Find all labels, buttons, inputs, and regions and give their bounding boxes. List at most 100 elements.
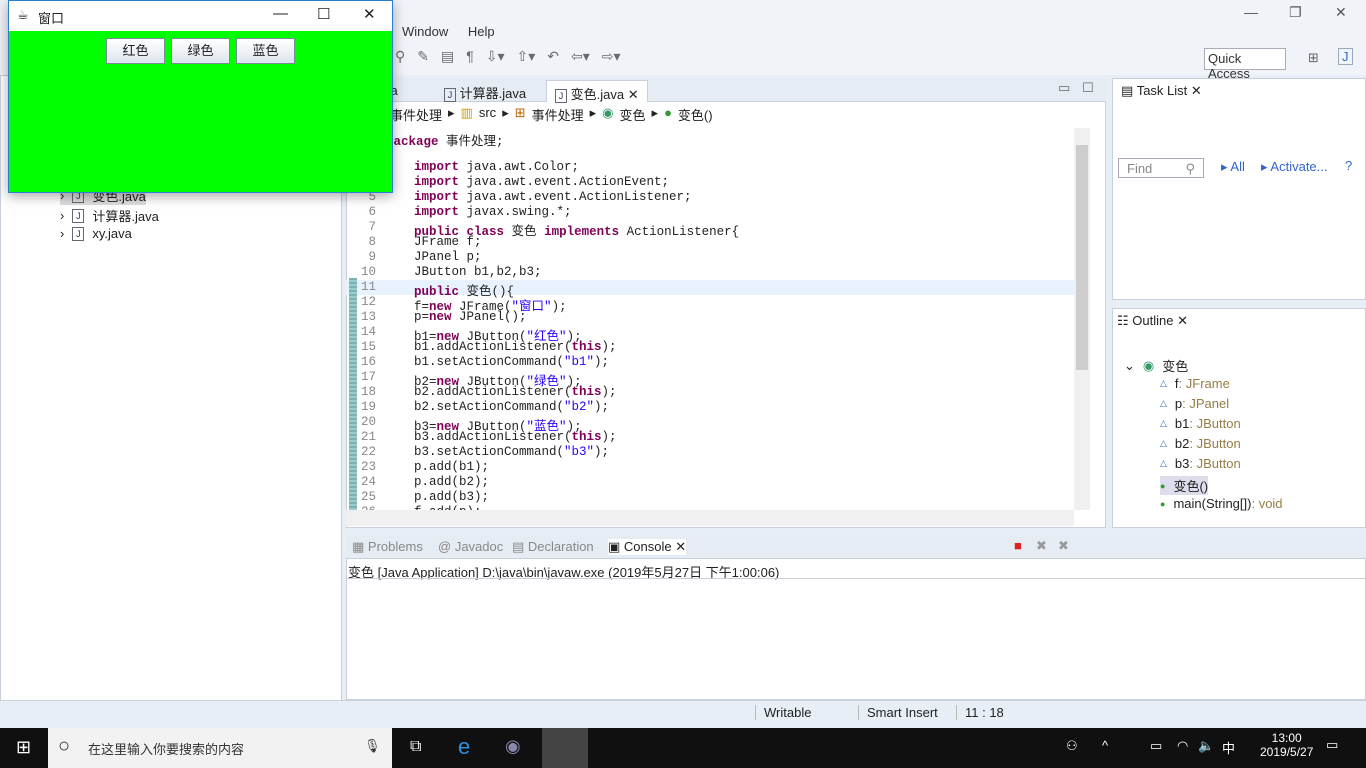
outline-member[interactable]: ● 变色(): [1160, 476, 1209, 495]
restore-icon[interactable]: ❐: [1289, 4, 1302, 21]
java-app-icon[interactable]: [542, 728, 588, 768]
code-line[interactable]: 23 p.add(b1);: [346, 460, 1074, 475]
outline-member[interactable]: △ f : JFrame: [1160, 376, 1230, 391]
code-line[interactable]: 22 b3.setActionCommand("b3");: [346, 445, 1074, 460]
code-line[interactable]: 6 import javax.swing.*;: [346, 205, 1074, 220]
minimize-icon[interactable]: —: [273, 5, 288, 22]
code-line[interactable]: 21 b3.addActionListener(this);: [346, 430, 1074, 445]
code-line[interactable]: 4import java.awt.event.ActionEvent;: [346, 175, 1074, 190]
tab-变色[interactable]: J 变色.java ✕: [546, 80, 648, 103]
crumb-class[interactable]: 变色: [620, 105, 646, 124]
minimize-view-icon[interactable]: ▭: [1058, 80, 1070, 96]
forward-icon[interactable]: ⇨▾: [602, 48, 621, 70]
close-icon[interactable]: ✕: [363, 5, 376, 23]
task-view-icon[interactable]: ⧉: [410, 738, 421, 756]
close-tab-icon[interactable]: ✕: [628, 87, 639, 102]
pencil-icon[interactable]: ✎: [417, 48, 429, 70]
menu-help[interactable]: Help: [468, 24, 495, 39]
task-list-title[interactable]: ▤ Task List ✕: [1121, 83, 1202, 99]
activate-link[interactable]: ▸ Activate...: [1261, 159, 1328, 175]
editor-horizontal-scrollbar[interactable]: [346, 510, 1074, 526]
outline-member[interactable]: △ b2 : JButton: [1160, 436, 1241, 451]
code-line[interactable]: 10 JButton b1,b2,b3;: [346, 265, 1074, 280]
help-icon[interactable]: ?: [1345, 158, 1352, 173]
tab-console[interactable]: ▣ Console ✕: [608, 539, 687, 555]
minimize-icon[interactable]: —: [1244, 4, 1258, 20]
taskbar-search[interactable]: ○ 在这里输入你要搜索的内容 🎙: [48, 728, 392, 768]
maximize-icon[interactable]: ☐: [317, 5, 330, 23]
quick-access-input[interactable]: Quick Access: [1204, 48, 1286, 81]
prev-annotation-icon[interactable]: ⇧▾: [517, 48, 536, 70]
terminate-icon[interactable]: ■: [1014, 538, 1022, 553]
people-icon[interactable]: ⚇: [1066, 738, 1078, 754]
code-line[interactable]: 2: [346, 145, 1074, 160]
annotation-icon[interactable]: ▤: [441, 48, 454, 70]
eclipse-icon[interactable]: ◉: [505, 736, 521, 757]
code-line[interactable]: 15 b1.addActionListener(this);: [346, 340, 1074, 355]
remove-launch-icon[interactable]: ✖: [1036, 538, 1047, 554]
outline-class[interactable]: ⌄ ◉ 变色: [1124, 356, 1188, 375]
next-annotation-icon[interactable]: ⇩▾: [486, 48, 505, 70]
code-line[interactable]: 9 JPanel p;: [346, 250, 1074, 265]
outline-member[interactable]: ● main(String[]) : void: [1160, 496, 1283, 511]
code-line[interactable]: 16 b1.setActionCommand("b1");: [346, 355, 1074, 370]
volume-icon[interactable]: 🔈: [1198, 738, 1214, 754]
back-icon[interactable]: ⇦▾: [571, 48, 590, 70]
code-line[interactable]: 3import java.awt.Color;: [346, 160, 1074, 175]
microphone-icon[interactable]: 🎙: [364, 738, 381, 754]
chevron-right-icon[interactable]: ›: [60, 208, 64, 223]
last-edit-icon[interactable]: ↶: [547, 48, 559, 70]
code-line[interactable]: 17 b2=new JButton("绿色");: [346, 370, 1074, 389]
crumb-project[interactable]: 事件处理: [390, 105, 442, 124]
wifi-icon[interactable]: ◠: [1177, 738, 1188, 754]
outline-member[interactable]: △ p : JPanel: [1160, 396, 1229, 411]
crumb-constructor[interactable]: 变色(): [678, 105, 713, 124]
code-editor[interactable]: 1package 事件处理;23import java.awt.Color;4i…: [346, 128, 1074, 510]
blue-button[interactable]: 蓝色: [236, 38, 295, 64]
paragraph-icon[interactable]: ¶: [466, 48, 474, 70]
crumb-src[interactable]: src: [479, 105, 496, 124]
notification-icon[interactable]: ▭: [1326, 737, 1338, 753]
ime-indicator[interactable]: 中: [1222, 738, 1235, 757]
code-line[interactable]: 14 b1=new JButton("红色");: [346, 325, 1074, 344]
pin-icon[interactable]: ⚲: [395, 48, 405, 70]
code-line[interactable]: 11 public 变色(){: [346, 280, 1074, 299]
code-line[interactable]: 7 public class 变色 implements ActionListen…: [346, 220, 1074, 239]
tab-problems[interactable]: ▦ Problems: [352, 539, 423, 555]
code-line[interactable]: 25 p.add(b3);: [346, 490, 1074, 505]
green-button[interactable]: 绿色: [171, 38, 230, 64]
battery-icon[interactable]: ▭: [1150, 738, 1162, 754]
close-icon[interactable]: ✕: [1335, 4, 1347, 21]
tab-计算器[interactable]: J 计算器.java: [436, 80, 534, 102]
open-perspective-icon[interactable]: ⊞: [1308, 50, 1319, 66]
maximize-view-icon[interactable]: ☐: [1082, 80, 1094, 96]
status-insert-mode[interactable]: Smart Insert: [858, 705, 938, 720]
code-line[interactable]: 19 b2.setActionCommand("b2");: [346, 400, 1074, 415]
menu-window[interactable]: Window: [402, 24, 448, 39]
tree-item-计算器-java[interactable]: › J 计算器.java: [60, 206, 159, 225]
windows-start-icon[interactable]: ⊞: [16, 737, 31, 758]
find-input[interactable]: Find ⚲: [1118, 158, 1204, 178]
java-window-titlebar[interactable]: ☕ 窗口 — ☐ ✕: [9, 1, 392, 31]
outline-member[interactable]: △ b1 : JButton: [1160, 416, 1241, 431]
red-button[interactable]: 红色: [106, 38, 165, 64]
code-line[interactable]: 1package 事件处理;: [346, 130, 1074, 149]
outline-member[interactable]: △ b3 : JButton: [1160, 456, 1241, 471]
tab-javadoc[interactable]: @ Javadoc: [438, 539, 503, 554]
code-line[interactable]: 20 b3=new JButton("蓝色");: [346, 415, 1074, 434]
clock[interactable]: 13:00 2019/5/27: [1260, 731, 1313, 759]
outline-title[interactable]: ☷ Outline ✕: [1117, 313, 1188, 329]
code-line[interactable]: 13 p=new JPanel();: [346, 310, 1074, 325]
tray-chevron-icon[interactable]: ^: [1102, 738, 1108, 753]
code-line[interactable]: 5 import java.awt.event.ActionListener;: [346, 190, 1074, 205]
code-line[interactable]: 24 p.add(b2);: [346, 475, 1074, 490]
java-perspective-icon[interactable]: J: [1338, 48, 1353, 65]
code-line[interactable]: 12 f=new JFrame("窗口");: [346, 295, 1074, 314]
tree-item-xy-java[interactable]: › Jxy.java: [60, 226, 132, 241]
all-link[interactable]: ▸ All: [1221, 159, 1245, 175]
chevron-right-icon[interactable]: ›: [60, 226, 64, 241]
tab-declaration[interactable]: ▤ Declaration: [512, 539, 594, 555]
code-line[interactable]: 8 JFrame f;: [346, 235, 1074, 250]
editor-scroll-thumb[interactable]: [1076, 145, 1088, 370]
edge-icon[interactable]: e: [458, 734, 470, 760]
